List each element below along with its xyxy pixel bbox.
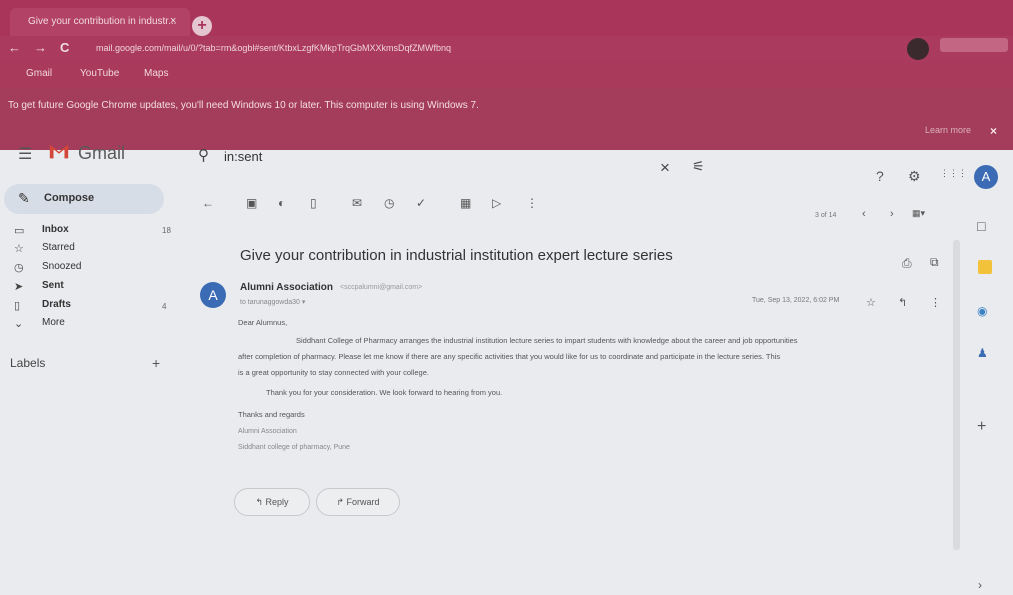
- sidebar-item-snoozed[interactable]: Snoozed: [42, 261, 81, 272]
- bookmark-gmail[interactable]: Gmail: [26, 68, 52, 79]
- message-more-icon[interactable]: ⋮: [930, 296, 941, 309]
- label-icon[interactable]: ▷: [492, 196, 501, 210]
- search-input[interactable]: [222, 148, 526, 165]
- recipient-line[interactable]: to tarunaggowda30 ▾: [240, 298, 305, 306]
- window-controls[interactable]: [940, 38, 1008, 52]
- reply-icon[interactable]: ↰: [898, 296, 907, 309]
- contacts-icon[interactable]: ♟: [977, 346, 988, 360]
- infobar-close-icon[interactable]: ×: [990, 124, 997, 138]
- clear-search-icon[interactable]: ×: [660, 158, 670, 178]
- message-subject: Give your contribution in industrial ins…: [240, 247, 673, 264]
- labels-heading: Labels: [10, 356, 46, 370]
- keep-icon[interactable]: [978, 260, 992, 274]
- signature-line-1: Alumni Association: [238, 428, 297, 435]
- signoff: Thanks and regards: [238, 410, 305, 419]
- forward-button[interactable]: ↱ Forward: [316, 488, 400, 516]
- star-message-icon[interactable]: ☆: [866, 296, 876, 309]
- main-menu-icon[interactable]: ☰: [18, 144, 32, 164]
- open-new-window-icon[interactable]: ⧉: [930, 255, 939, 270]
- get-addons-icon[interactable]: +: [977, 418, 986, 436]
- add-label-icon[interactable]: +: [152, 355, 160, 371]
- tab-close-icon[interactable]: ×: [170, 15, 176, 27]
- bookmark-youtube[interactable]: YouTube: [80, 68, 119, 79]
- learn-more-link[interactable]: Learn more: [925, 125, 971, 135]
- report-spam-icon[interactable]: ◐: [278, 196, 285, 210]
- tasks-icon[interactable]: ◉: [977, 304, 987, 318]
- search-options-icon[interactable]: ⚟: [692, 158, 705, 175]
- gmail-logo-text[interactable]: Gmail: [78, 143, 125, 164]
- delete-icon[interactable]: ▯: [310, 196, 317, 210]
- add-task-icon[interactable]: ✓: [416, 196, 426, 210]
- greeting: Dear Alumnus,: [238, 318, 288, 327]
- settings-icon[interactable]: ⚙: [908, 168, 921, 185]
- page-info: 3 of 14: [815, 212, 837, 219]
- send-icon: ➤: [14, 281, 24, 293]
- signature-line-2: Siddhant college of pharmacy, Pune: [238, 444, 350, 451]
- body-line-4: Thank you for your consideration. We loo…: [266, 388, 503, 397]
- gmail-logo-icon: [49, 144, 69, 159]
- compose-label: Compose: [44, 192, 95, 204]
- scrollbar[interactable]: [953, 240, 960, 550]
- sender-name[interactable]: Alumni Association: [240, 282, 333, 293]
- inbox-icon: ▭: [14, 225, 25, 237]
- update-infobar: [0, 88, 1013, 150]
- more-options-icon[interactable]: ⋮: [526, 196, 538, 210]
- new-tab-button[interactable]: +: [192, 16, 212, 36]
- sidebar-item-sent[interactable]: Sent: [42, 280, 64, 291]
- bookmark-maps[interactable]: Maps: [144, 68, 168, 79]
- expand-panel-icon[interactable]: ›: [978, 578, 982, 592]
- address-bar[interactable]: mail.google.com/mail/u/0/?tab=rm&ogbl#se…: [96, 40, 656, 56]
- help-icon[interactable]: ?: [876, 168, 884, 184]
- infobar-message: To get future Google Chrome updates, you…: [8, 100, 479, 111]
- print-icon[interactable]: ⎙: [902, 256, 912, 271]
- input-tools-icon[interactable]: ▦▾: [912, 208, 925, 219]
- body-line-3: is a great opportunity to stay connected…: [238, 368, 429, 377]
- move-to-icon[interactable]: ▦: [460, 196, 471, 210]
- sidebar-item-starred[interactable]: Starred: [42, 242, 75, 253]
- pencil-icon: ✎: [18, 190, 30, 206]
- star-icon: ☆: [14, 243, 24, 255]
- back-icon[interactable]: ←: [8, 40, 21, 55]
- inbox-count: 18: [162, 226, 171, 235]
- forward-icon[interactable]: →: [34, 40, 47, 55]
- back-to-sent-icon[interactable]: ←: [202, 196, 214, 210]
- older-icon[interactable]: ›: [890, 208, 894, 220]
- browser-tab[interactable]: Give your contribution in industr...: [10, 8, 190, 36]
- sidebar-item-drafts[interactable]: Drafts: [42, 299, 71, 310]
- sender-avatar[interactable]: A: [200, 282, 226, 308]
- clock-icon: ◷: [14, 262, 24, 274]
- sidebar-item-inbox[interactable]: Inbox: [42, 224, 69, 235]
- sidebar-item-more[interactable]: More: [42, 317, 65, 328]
- search-icon[interactable]: ⚲: [198, 146, 209, 164]
- chevron-down-icon: ⌄: [14, 318, 24, 330]
- sender-email: <sccpalumni@gmail.com>: [340, 284, 423, 291]
- body-line-2: after completion of pharmacy. Please let…: [238, 352, 781, 361]
- message-date: Tue, Sep 13, 2022, 6:02 PM: [752, 297, 840, 304]
- apps-grid-icon[interactable]: ⋮⋮⋮: [940, 168, 967, 179]
- snooze-icon[interactable]: ◷: [384, 196, 394, 210]
- mark-unread-icon[interactable]: ✉: [352, 196, 362, 210]
- drafts-count: 4: [162, 302, 167, 311]
- user-avatar[interactable]: A: [974, 165, 998, 189]
- calendar-icon[interactable]: □: [977, 218, 985, 234]
- reload-icon[interactable]: C: [60, 40, 69, 55]
- chrome-profile-avatar[interactable]: [907, 38, 929, 60]
- archive-icon[interactable]: ▣: [246, 196, 257, 210]
- draft-icon: ▯: [14, 300, 21, 312]
- newer-icon[interactable]: ‹: [862, 208, 866, 220]
- reply-button[interactable]: ↰ Reply: [234, 488, 310, 516]
- body-line-1: Siddhant College of Pharmacy arranges th…: [296, 336, 798, 345]
